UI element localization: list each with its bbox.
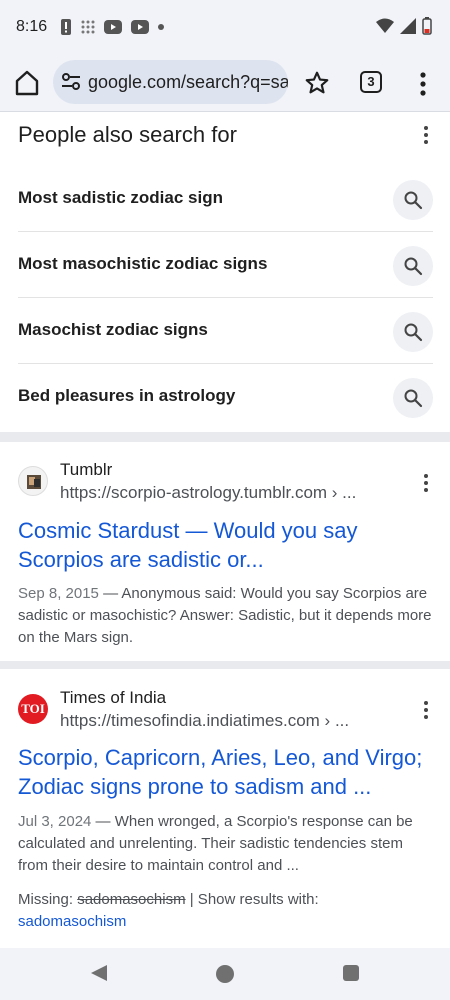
alert-icon	[61, 19, 71, 35]
section-divider	[0, 661, 450, 669]
result-snippet: Jul 3, 2024 — When wronged, a Scorpio's …	[18, 811, 432, 877]
site-name: Tumblr	[60, 460, 113, 479]
status-time: 8:16	[16, 18, 48, 35]
related-search-item[interactable]: Most masochistic zodiac signs	[18, 232, 433, 298]
site-name: Times of India	[60, 688, 167, 707]
search-icon	[404, 191, 423, 210]
related-search-label[interactable]: Most masochistic zodiac signs	[18, 254, 267, 274]
bookmark-star-icon[interactable]	[304, 70, 330, 96]
home-nav-icon[interactable]	[216, 965, 234, 983]
site-url: https://timesofindia.indiatimes.com › ..…	[60, 711, 350, 730]
result-date: Sep 8, 2015	[18, 585, 99, 602]
missing-label: Missing:	[18, 891, 78, 908]
result-title-link[interactable]: Scorpio, Capricorn, Aries, Leo, and Virg…	[18, 743, 428, 801]
related-search-item[interactable]: Most sadistic zodiac sign	[18, 166, 433, 232]
search-icon	[404, 323, 423, 342]
related-search-item[interactable]: Bed pleasures in astrology	[18, 364, 433, 430]
more-options-icon[interactable]	[418, 472, 434, 494]
battery-low-icon	[422, 17, 432, 35]
toi-favicon-icon: TOI	[18, 694, 48, 724]
back-icon[interactable]	[90, 964, 108, 982]
more-options-icon[interactable]	[418, 124, 434, 146]
result-snippet: Sep 8, 2015 — Anonymous said: Would you …	[18, 583, 432, 649]
site-url: https://scorpio-astrology.tumblr.com › .…	[60, 483, 357, 502]
more-options-icon[interactable]	[418, 699, 434, 721]
site-settings-icon[interactable]	[61, 72, 81, 92]
tab-switcher-button[interactable]: 3	[360, 71, 382, 93]
related-search-button[interactable]	[393, 312, 433, 352]
show-results-label: | Show results with:	[185, 891, 319, 908]
related-search-button[interactable]	[393, 378, 433, 418]
related-search-item[interactable]: Masochist zodiac signs	[18, 298, 433, 364]
browser-toolbar: google.com/search?q=sa 3	[0, 56, 450, 112]
search-icon	[404, 389, 423, 408]
wifi-icon	[376, 18, 394, 33]
section-divider	[0, 432, 450, 442]
status-system-icons	[376, 17, 432, 35]
related-search-button[interactable]	[393, 246, 433, 286]
related-search-label[interactable]: Bed pleasures in astrology	[18, 386, 235, 406]
more-options-icon[interactable]	[413, 71, 433, 97]
address-bar[interactable]: google.com/search?q=sa	[53, 60, 288, 104]
show-results-link[interactable]: sadomasochism	[18, 913, 126, 930]
people-also-search-section: People also search for Most sadistic zod…	[0, 112, 450, 432]
url-text[interactable]: google.com/search?q=sa	[88, 72, 288, 93]
missing-terms: Missing: sadomasochism | Show results wi…	[18, 889, 432, 933]
home-icon[interactable]	[12, 68, 42, 98]
search-result: Tumblr https://scorpio-astrology.tumblr.…	[0, 442, 450, 662]
youtube-icon	[131, 20, 149, 34]
related-search-button[interactable]	[393, 180, 433, 220]
related-search-label[interactable]: Masochist zodiac signs	[18, 320, 208, 340]
recents-icon[interactable]	[343, 965, 359, 981]
dot-icon	[158, 24, 164, 30]
status-notification-icons	[60, 19, 164, 35]
tumblr-favicon-icon	[18, 466, 48, 496]
system-nav-bar	[0, 948, 450, 1000]
grid-icon	[81, 20, 95, 34]
search-icon	[404, 257, 423, 276]
related-search-label[interactable]: Most sadistic zodiac sign	[18, 188, 223, 208]
status-bar: 8:16	[0, 0, 450, 56]
result-date: Jul 3, 2024	[18, 813, 92, 830]
signal-icon	[400, 18, 416, 34]
result-title-link[interactable]: Cosmic Stardust — Would you say Scorpios…	[18, 516, 428, 574]
missing-term: sadomasochism	[77, 891, 186, 908]
search-result: TOI Times of India https://timesofindia.…	[0, 669, 450, 944]
section-title: People also search for	[18, 122, 237, 147]
youtube-icon	[104, 20, 122, 34]
